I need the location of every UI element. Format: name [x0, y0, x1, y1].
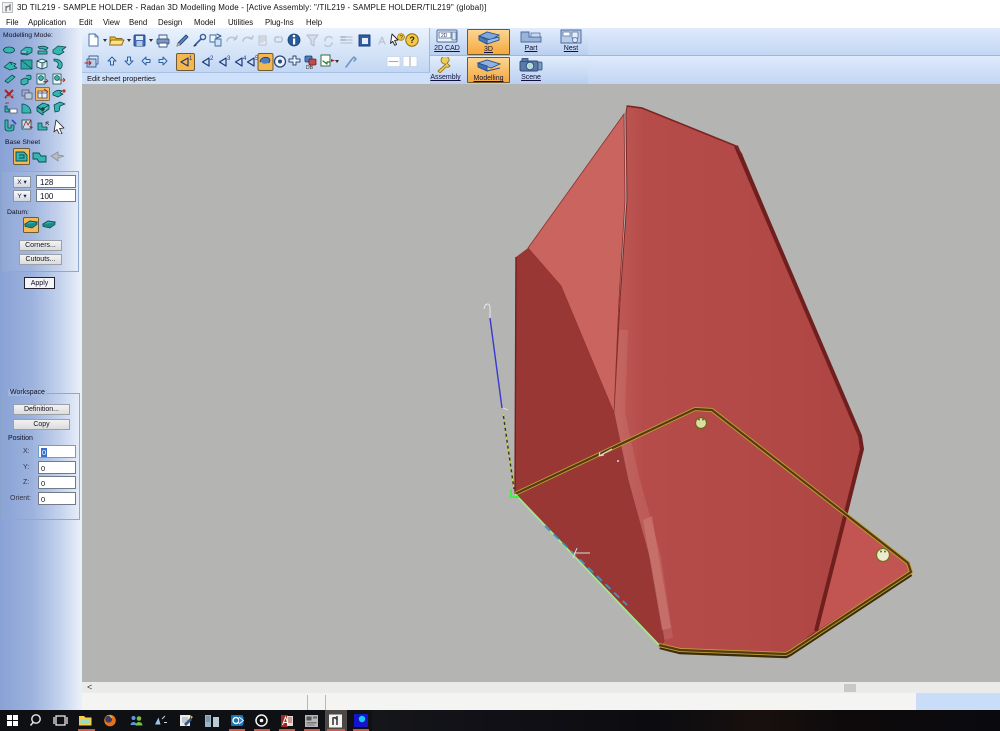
- svg-text:2: 2: [210, 56, 214, 62]
- svg-text:DB: DB: [306, 65, 314, 71]
- svg-text:?: ?: [409, 35, 415, 45]
- svg-text:2D: 2D: [441, 33, 448, 39]
- svg-text:?: ?: [399, 34, 403, 41]
- svg-text:4: 4: [243, 56, 247, 62]
- svg-text:3: 3: [227, 56, 231, 62]
